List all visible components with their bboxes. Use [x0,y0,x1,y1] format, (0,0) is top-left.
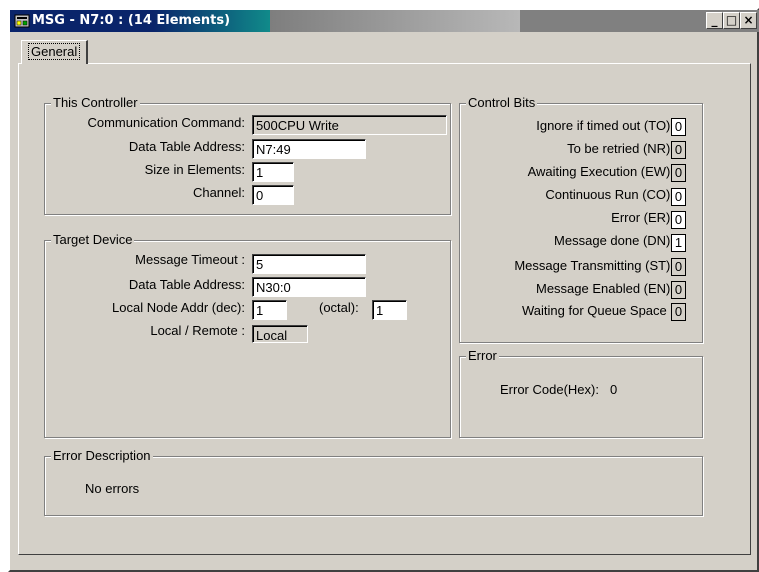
title-bar-fade [270,10,520,32]
control-bit-to[interactable]: 0 [671,118,686,136]
octal-label: (octal): [319,300,359,315]
window-title-main: MSG - N7:0 : (14 [32,13,152,28]
error-description-text: No errors [85,481,140,496]
control-bit-dn[interactable]: 1 [671,234,686,252]
data-table-address-label: Data Table Address: [128,139,245,154]
size-in-elements-field[interactable]: 1 [252,162,294,182]
window-title: MSG - N7:0 : (14 Elements) [32,13,230,28]
communication-command-label: Communication Command: [87,115,245,130]
control-bit-co[interactable]: 0 [671,188,686,206]
message-timeout-field[interactable]: 5 [252,254,366,274]
control-bit-en: 0 [671,281,686,299]
window-title-suffix: Elements) [156,13,231,28]
target-device-legend: Target Device [51,232,135,247]
message-timeout-label: Message Timeout : [135,252,245,267]
error-legend: Error [466,348,499,363]
control-bit-label-nr: To be retried (NR): [567,141,674,156]
general-tab-panel: This Controller Communication Command: 5… [18,63,751,555]
title-bar[interactable]: MSG - N7:0 : (14 Elements) _ □ × [10,10,759,32]
control-bit-label-ew: Awaiting Execution (EW): [527,164,674,179]
error-group: Error Error Code(Hex): 0 [459,348,703,438]
control-bit-label-queue: Waiting for Queue Space : [522,303,674,318]
target-data-table-address-label: Data Table Address: [128,277,245,292]
this-controller-legend: This Controller [51,95,140,110]
control-bit-nr: 0 [671,141,686,159]
control-bits-legend: Control Bits [466,95,538,110]
control-bit-label-to: Ignore if timed out (TO): [536,118,674,133]
control-bit-ew: 0 [671,164,686,182]
msg-app-icon [14,14,30,28]
size-in-elements-label: Size in Elements: [144,162,245,177]
this-controller-group: This Controller Communication Command: 5… [44,95,451,215]
control-bits-group: Control Bits Ignore if timed out (TO): 0… [459,95,703,343]
target-device-group: Target Device Message Timeout : 5 Data T… [44,232,451,438]
local-node-addr-field[interactable]: 1 [252,300,287,320]
control-bit-er[interactable]: 0 [671,211,686,229]
channel-label: Channel: [192,185,245,200]
tab-general-label: General [28,43,81,60]
error-code-label: Error Code(Hex): [500,382,599,397]
msg-dialog-window: MSG - N7:0 : (14 Elements) _ □ × General… [8,8,759,572]
control-bit-label-er: Error (ER): [611,210,674,225]
target-data-table-address-field[interactable]: N30:0 [252,277,366,297]
control-bit-queue: 0 [671,303,686,321]
error-code-value: 0 [610,382,618,397]
data-table-address-field[interactable]: N7:49 [252,139,366,159]
title-buttons: _ □ × [706,12,757,30]
control-bit-label-dn: Message done (DN): [554,233,674,248]
error-description-legend: Error Description [51,448,153,463]
minimize-button[interactable]: _ [706,12,723,29]
control-bit-st: 0 [671,258,686,276]
control-bit-label-en: Message Enabled (EN): [535,281,674,296]
channel-field[interactable]: 0 [252,185,294,205]
tab-general[interactable]: General [21,40,89,64]
close-button[interactable]: × [740,12,757,29]
communication-command-field[interactable]: 500CPU Write [252,115,447,135]
local-remote-field[interactable]: Local [252,325,308,343]
local-remote-label: Local / Remote : [150,323,245,338]
error-description-group: Error Description No errors [44,448,703,516]
control-bit-label-co: Continuous Run (CO): [545,187,674,202]
maximize-button[interactable]: □ [723,12,740,29]
local-node-addr-label: Local Node Addr (dec): [112,300,245,315]
octal-field[interactable]: 1 [372,300,407,320]
control-bit-label-st: Message Transmitting (ST): [514,258,674,273]
